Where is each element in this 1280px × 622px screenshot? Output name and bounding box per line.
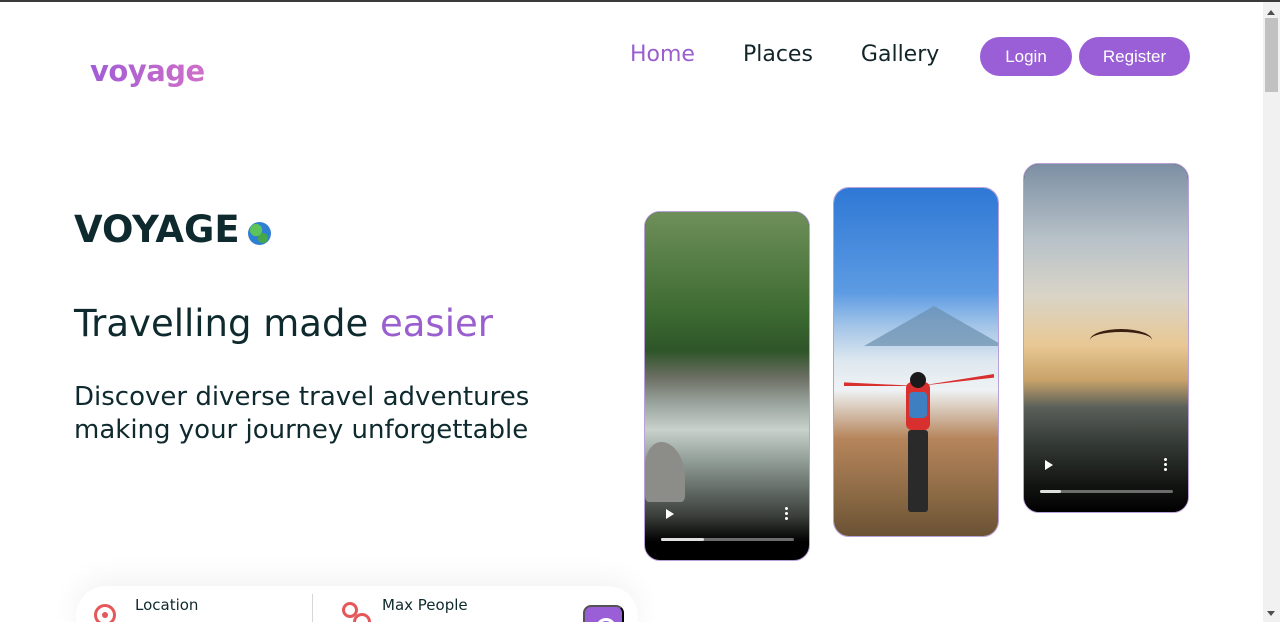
video-frame-rock	[645, 442, 685, 502]
tagline-accent: easier	[379, 302, 493, 345]
hiker-backpack	[909, 392, 927, 418]
nav-home[interactable]: Home	[630, 42, 695, 67]
video-frame	[834, 188, 998, 536]
hero-brand: VOYAGE	[74, 208, 271, 251]
people-icon	[342, 602, 371, 622]
hiker-head	[910, 372, 926, 388]
nav-gallery[interactable]: Gallery	[861, 42, 939, 67]
more-options-icon[interactable]	[1164, 458, 1167, 461]
max-people-field-label[interactable]: Max People	[382, 596, 468, 614]
video-progress-bar[interactable]	[1040, 490, 1173, 493]
login-button[interactable]: Login	[980, 37, 1072, 76]
video-card-hiker[interactable]	[833, 187, 999, 537]
hero-tagline: Travelling made easier	[74, 302, 493, 345]
video-progress-fill	[1040, 490, 1062, 493]
more-options-icon[interactable]	[785, 507, 788, 510]
video-card-river[interactable]	[644, 211, 810, 561]
hero-brand-text: VOYAGE	[74, 208, 240, 251]
search-button[interactable]	[583, 605, 624, 622]
paraglider-shape	[1090, 329, 1152, 351]
page-scrollbar[interactable]	[1263, 2, 1280, 622]
video-progress-bar[interactable]	[661, 538, 794, 541]
nav-places[interactable]: Places	[743, 42, 813, 67]
globe-icon	[247, 222, 271, 245]
video-progress-fill	[661, 538, 704, 541]
scroll-up-arrow-icon[interactable]	[1267, 10, 1275, 15]
hero-subtitle: Discover diverse travel adventures makin…	[74, 382, 530, 445]
hiker-legs	[908, 430, 928, 512]
mountain-shape	[864, 306, 998, 346]
location-field-label[interactable]: Location	[135, 596, 198, 614]
video-frame	[645, 212, 809, 542]
scroll-down-arrow-icon[interactable]	[1267, 611, 1275, 616]
site-logo[interactable]: voyage	[90, 54, 205, 88]
location-pin-icon	[94, 604, 116, 622]
search-divider	[312, 594, 313, 622]
scroll-thumb[interactable]	[1265, 18, 1278, 92]
register-button[interactable]: Register	[1079, 37, 1190, 76]
play-icon[interactable]	[1045, 460, 1053, 470]
window-top-border	[0, 0, 1280, 2]
tagline-main: Travelling made	[74, 302, 380, 345]
play-icon[interactable]	[666, 509, 674, 519]
video-card-paraglider[interactable]	[1023, 163, 1189, 513]
main-nav: Home Places Gallery	[630, 42, 939, 67]
search-bar: Location Max People	[76, 586, 638, 622]
